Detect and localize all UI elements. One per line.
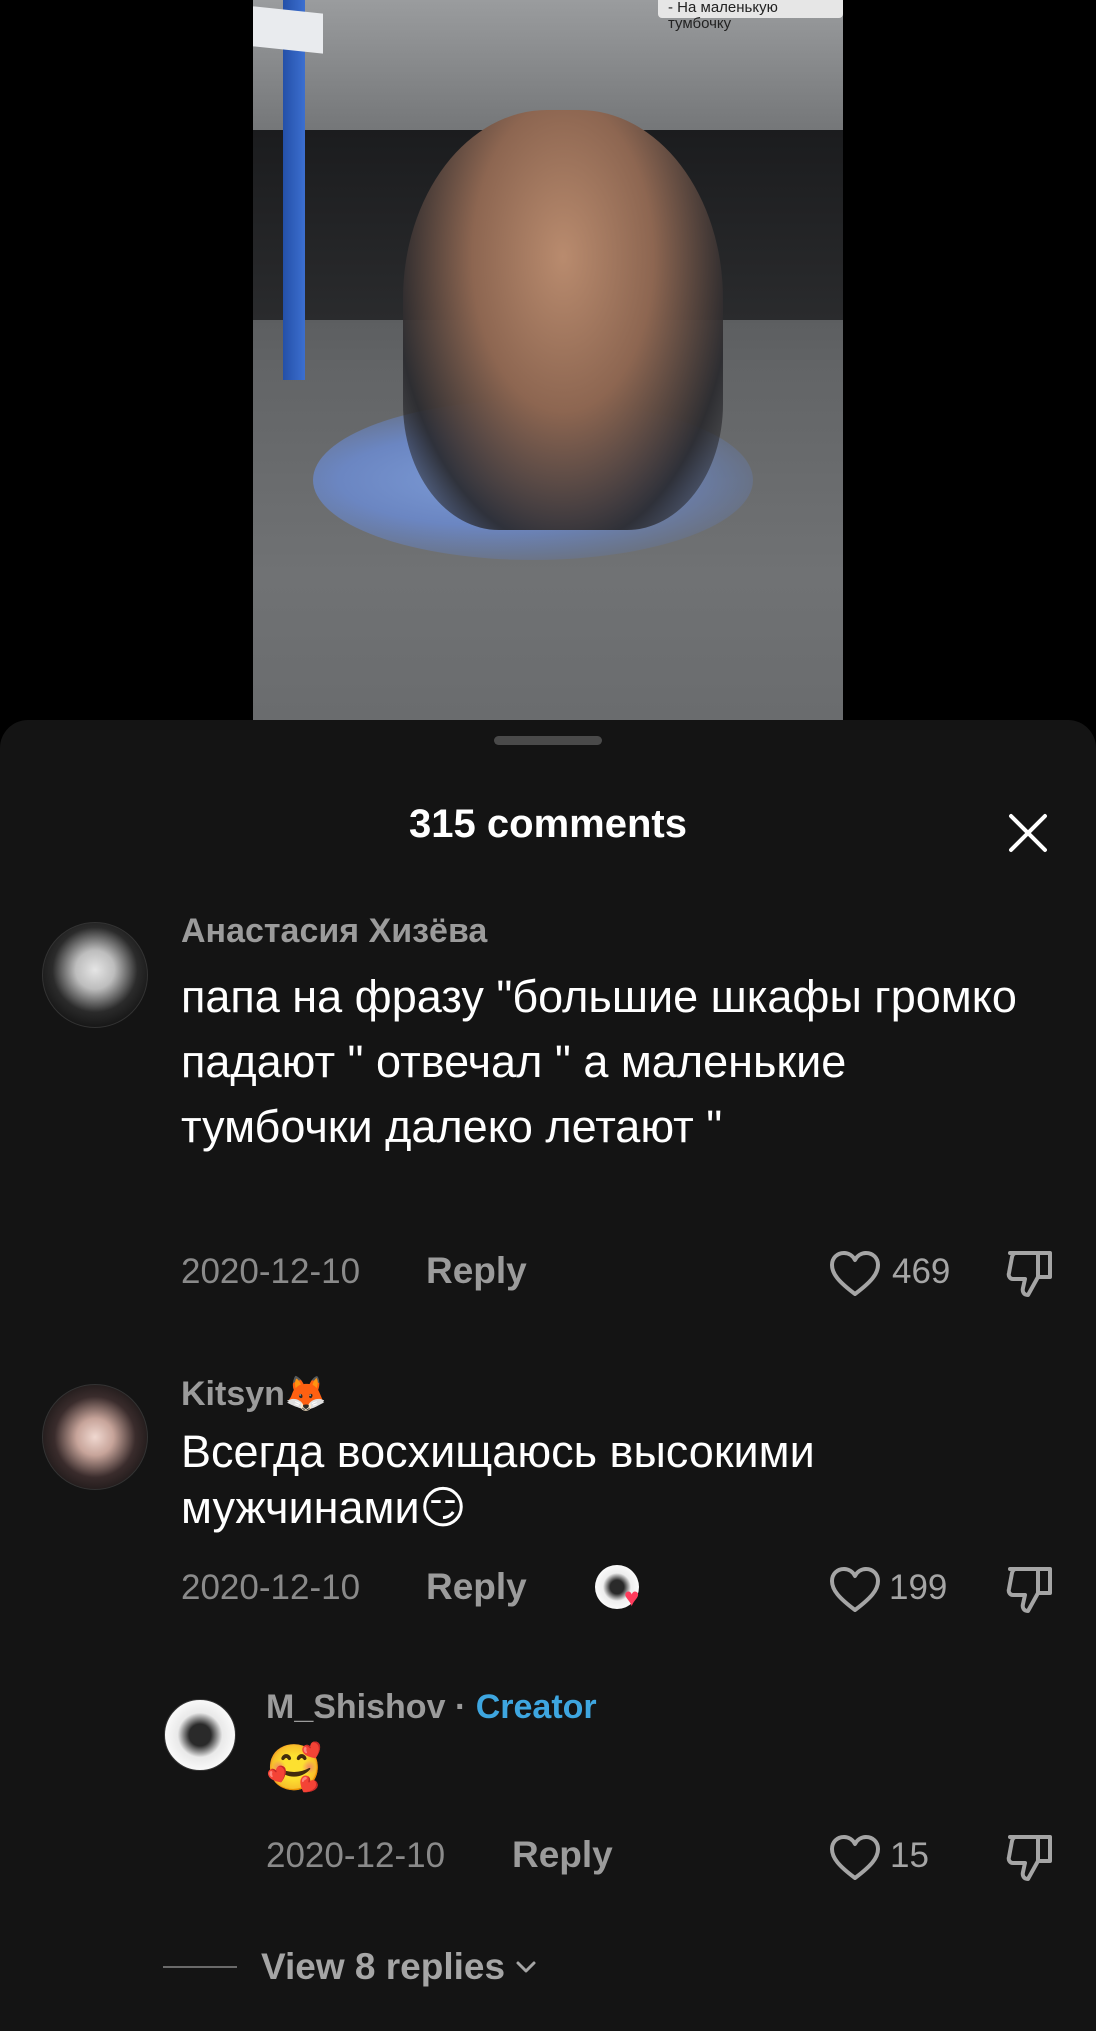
comment-date: 2020-12-10 — [181, 1252, 361, 1291]
avatar[interactable] — [164, 1699, 236, 1771]
like-count: 15 — [890, 1836, 929, 1875]
chevron-down-icon — [516, 1961, 536, 1973]
thumbs-down-icon[interactable] — [1004, 1831, 1056, 1883]
video-pillar — [283, 0, 305, 380]
comment-username[interactable]: Анастасия Хизёва — [181, 912, 487, 951]
reply-text: 🥰 — [266, 1742, 323, 1793]
comment-text: папа на фразу "большие шкафы громко пада… — [181, 971, 1017, 1152]
comments-sheet: 315 comments Анастасия Хизёва папа на фр… — [0, 720, 1096, 2031]
comments-count-title: 315 comments — [409, 802, 687, 846]
separator-dot: · — [454, 1688, 467, 1726]
avatar[interactable] — [42, 922, 148, 1028]
drag-handle[interactable] — [494, 736, 602, 745]
view-replies-line — [163, 1966, 237, 1968]
like-count: 469 — [892, 1252, 951, 1291]
heart-outline-icon[interactable] — [829, 1566, 881, 1614]
reply-username[interactable]: M_Shishov — [266, 1688, 445, 1726]
video-person-leaning — [403, 110, 723, 530]
reply-button[interactable]: Reply — [426, 1250, 527, 1292]
view-replies-label: View 8 replies — [261, 1946, 506, 1987]
comment-text: Всегда восхищаюсь высокими мужчинами😏 — [181, 1426, 815, 1533]
close-icon[interactable] — [1005, 810, 1051, 856]
thumbs-down-icon[interactable] — [1004, 1563, 1056, 1615]
video-banner — [253, 6, 323, 54]
video-frame[interactable]: - На маленькую тумбочку — [253, 0, 843, 720]
like-count: 199 — [889, 1568, 948, 1607]
thumbs-down-icon[interactable] — [1004, 1247, 1056, 1299]
creator-badge: Creator — [475, 1688, 597, 1726]
reply-button[interactable]: Reply — [426, 1566, 527, 1608]
heart-filled-icon: ♥ — [624, 1582, 640, 1612]
reply-date: 2020-12-10 — [266, 1836, 446, 1875]
reply-username-row: M_Shishov · Creator — [266, 1688, 597, 1727]
view-replies-button[interactable]: View 8 replies — [163, 1942, 537, 1992]
video-area[interactable]: - На маленькую тумбочку — [0, 0, 1096, 740]
reply-button[interactable]: Reply — [512, 1834, 613, 1876]
avatar[interactable] — [42, 1384, 148, 1490]
comment-username[interactable]: Kitsyn🦊 — [181, 1374, 327, 1414]
comment-date: 2020-12-10 — [181, 1568, 361, 1607]
heart-outline-icon[interactable] — [829, 1834, 881, 1882]
video-caption: - На маленькую тумбочку — [658, 0, 843, 32]
heart-outline-icon[interactable] — [829, 1250, 881, 1298]
